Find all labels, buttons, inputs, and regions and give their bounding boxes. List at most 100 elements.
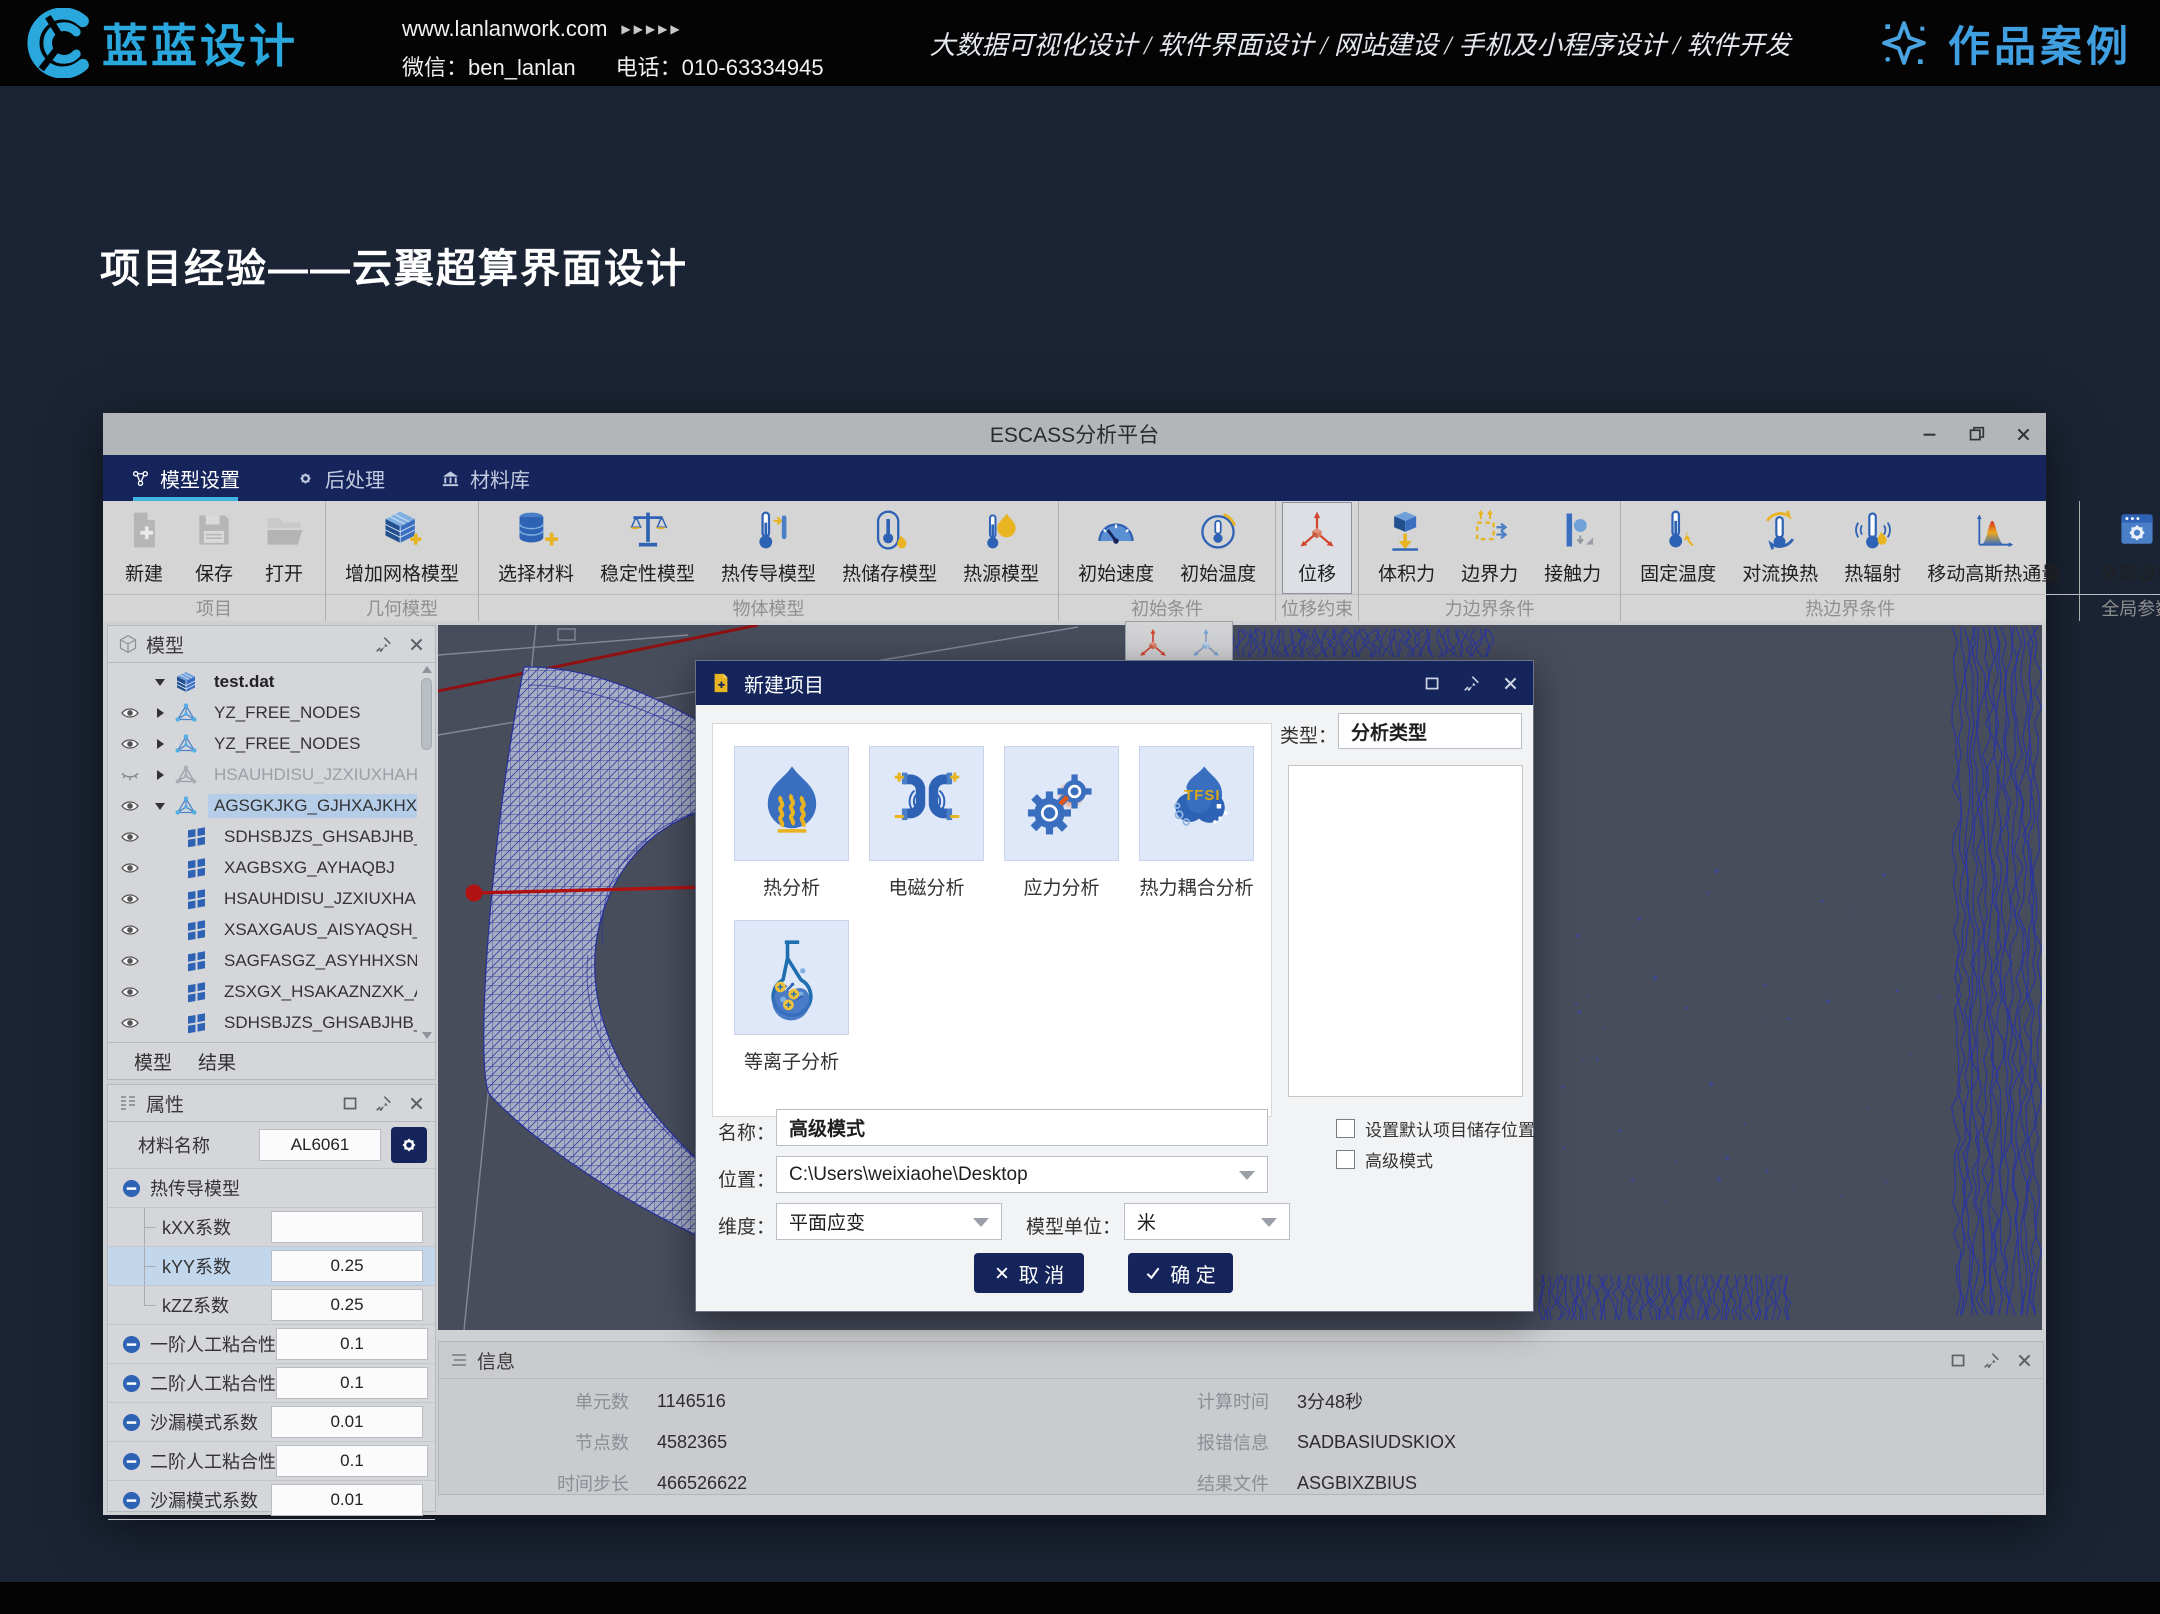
- toolbar-button[interactable]: 移动高斯热通量: [1914, 502, 2073, 594]
- property-value-field[interactable]: 0.1: [276, 1445, 428, 1477]
- toolbar-button[interactable]: 初始速度: [1065, 502, 1167, 594]
- close-icon[interactable]: [408, 1095, 425, 1112]
- tree-row[interactable]: SDHSBJZS_GHSABJHB_ZAHU: [108, 821, 417, 852]
- property-value-field[interactable]: 0.01: [271, 1484, 423, 1516]
- analysis-type-card[interactable]: 热分析: [735, 746, 848, 900]
- pin-icon[interactable]: [375, 636, 392, 653]
- location-select[interactable]: C:\Users\weixiaohe\Desktop: [776, 1156, 1268, 1193]
- toolbar-button[interactable]: 热储存模型: [829, 502, 950, 594]
- maximize-icon[interactable]: [1968, 426, 1985, 443]
- toolbar-button[interactable]: 边界力: [1448, 502, 1531, 594]
- expand-caret-icon[interactable]: [154, 800, 166, 812]
- toolbar-button[interactable]: 热传导模型: [708, 502, 829, 594]
- property-row[interactable]: 二阶人工粘合性 0.1: [108, 1364, 435, 1403]
- unit-select[interactable]: 米: [1124, 1203, 1290, 1240]
- visibility-eye-icon[interactable]: [120, 922, 140, 938]
- visibility-eye-icon[interactable]: [120, 798, 140, 814]
- expand-caret-icon[interactable]: [154, 738, 166, 750]
- tree-row[interactable]: HSAUHDISU_JZXIUXHAHX: [108, 759, 417, 790]
- toolbar-button[interactable]: 位移: [1282, 502, 1352, 594]
- toolbar-button[interactable]: 热辐射: [1831, 502, 1914, 594]
- checkbox[interactable]: [1336, 1150, 1355, 1169]
- window-titlebar[interactable]: ESCASS分析平台: [103, 413, 2046, 455]
- tree-scrollbar[interactable]: [419, 666, 433, 1039]
- property-row[interactable]: kYY系数 0.25: [108, 1247, 435, 1286]
- toolbar-button[interactable]: 固定温度: [1627, 502, 1729, 594]
- visibility-eye-icon[interactable]: [120, 984, 140, 1000]
- visibility-eye-icon[interactable]: [120, 1015, 140, 1031]
- collapse-minus-icon[interactable]: [122, 1179, 141, 1198]
- visibility-eye-icon[interactable]: [120, 953, 140, 969]
- toolbar-button[interactable]: 选择材料: [485, 502, 587, 594]
- pin-icon[interactable]: [1983, 1352, 2000, 1369]
- collapse-minus-icon[interactable]: [122, 1374, 141, 1393]
- scroll-down-icon[interactable]: [422, 1032, 432, 1039]
- checkbox[interactable]: [1336, 1119, 1355, 1138]
- visibility-eye-icon[interactable]: [120, 829, 140, 845]
- cancel-button[interactable]: 取 消: [974, 1253, 1084, 1293]
- toolbar-button[interactable]: 对流换热: [1729, 502, 1831, 594]
- type-list-box[interactable]: [1288, 765, 1523, 1097]
- tree-row[interactable]: XAGBSXG_AYHAQBJ: [108, 852, 417, 883]
- expand-caret-icon[interactable]: [154, 831, 166, 843]
- collapse-minus-icon[interactable]: [122, 1452, 141, 1471]
- panel-tab[interactable]: 结果: [172, 1043, 236, 1079]
- expand-caret-icon[interactable]: [154, 707, 166, 719]
- expand-caret-icon[interactable]: [154, 862, 166, 874]
- collapse-minus-icon[interactable]: [122, 1491, 141, 1510]
- visibility-eye-icon[interactable]: [120, 860, 140, 876]
- tree-row[interactable]: YZ_FREE_NODES: [108, 697, 417, 728]
- material-settings-button[interactable]: [391, 1127, 427, 1163]
- toolbar-button[interactable]: 体积力: [1365, 502, 1448, 594]
- visibility-eye-icon[interactable]: [120, 674, 140, 690]
- toolbar-button[interactable]: 全局设置: [2086, 502, 2160, 594]
- dialog-titlebar[interactable]: 新建项目: [696, 661, 1533, 705]
- property-row[interactable]: 二阶人工粘合性 0.1: [108, 1442, 435, 1481]
- analysis-type-card[interactable]: 应力分析: [1005, 746, 1118, 900]
- tree-row[interactable]: AGSGKJKG_GJHXAJKHXA: [108, 790, 417, 821]
- restore-icon[interactable]: [1424, 675, 1441, 692]
- tree-row[interactable]: SDHSBJZS_GHSABJHB_ZAHU: [108, 1007, 417, 1038]
- expand-caret-icon[interactable]: [154, 986, 166, 998]
- toolbar-button[interactable]: 保存: [179, 502, 249, 594]
- property-row[interactable]: 沙漏模式系数 0.01: [108, 1481, 435, 1520]
- tree-row[interactable]: XSAXGAUS_AISYAQSH_ASHX: [108, 914, 417, 945]
- panel-tab[interactable]: 模型: [108, 1043, 172, 1079]
- scroll-thumb[interactable]: [421, 678, 432, 750]
- toolbar-button[interactable]: 新建: [109, 502, 179, 594]
- analysis-type-card[interactable]: TFSI 热力耦合分析: [1140, 746, 1253, 900]
- property-row[interactable]: 热传导模型: [108, 1169, 435, 1208]
- visibility-eye-icon[interactable]: [120, 767, 140, 783]
- advanced-mode-checkbox-row[interactable]: 高级模式: [1336, 1147, 1433, 1172]
- close-icon[interactable]: [1502, 675, 1519, 692]
- expand-caret-icon[interactable]: [154, 769, 166, 781]
- axes-red-icon[interactable]: [1136, 626, 1170, 660]
- axes-gray-icon[interactable]: [1189, 626, 1223, 660]
- visibility-eye-icon[interactable]: [120, 736, 140, 752]
- property-row[interactable]: 一阶人工粘合性 0.1: [108, 1325, 435, 1364]
- menu-tab[interactable]: 后处理: [268, 455, 413, 501]
- property-row[interactable]: kZZ系数 0.25: [108, 1286, 435, 1325]
- tree-row[interactable]: SAGFASGZ_ASYHHXSN: [108, 945, 417, 976]
- tree-row[interactable]: YZ_FREE_NODES: [108, 728, 417, 759]
- pin-icon[interactable]: [375, 1095, 392, 1112]
- property-value-field[interactable]: 0.1: [276, 1367, 428, 1399]
- toolbar-button[interactable]: 增加网格模型: [332, 502, 472, 594]
- menu-tab[interactable]: 模型设置: [103, 455, 268, 501]
- menu-tab[interactable]: 材料库: [413, 455, 558, 501]
- property-row[interactable]: kXX系数: [108, 1208, 435, 1247]
- property-row[interactable]: 沙漏模式系数 0.01: [108, 1403, 435, 1442]
- tree-row[interactable]: ZSXGX_HSAKAZNZXK_AHASX: [108, 976, 417, 1007]
- collapse-minus-icon[interactable]: [122, 1335, 141, 1354]
- ok-button[interactable]: 确 定: [1128, 1253, 1233, 1293]
- property-value-field[interactable]: 0.1: [276, 1328, 428, 1360]
- portfolio-link[interactable]: 作品案例: [1876, 0, 2132, 86]
- visibility-eye-icon[interactable]: [120, 891, 140, 907]
- expand-caret-icon[interactable]: [154, 955, 166, 967]
- property-value-field[interactable]: 0.25: [271, 1289, 423, 1321]
- name-field[interactable]: 高级模式: [776, 1109, 1268, 1146]
- expand-caret-icon[interactable]: [154, 676, 166, 688]
- tree-row[interactable]: test.dat: [108, 666, 417, 697]
- scroll-up-icon[interactable]: [422, 666, 432, 673]
- toolbar-button[interactable]: 接触力: [1531, 502, 1614, 594]
